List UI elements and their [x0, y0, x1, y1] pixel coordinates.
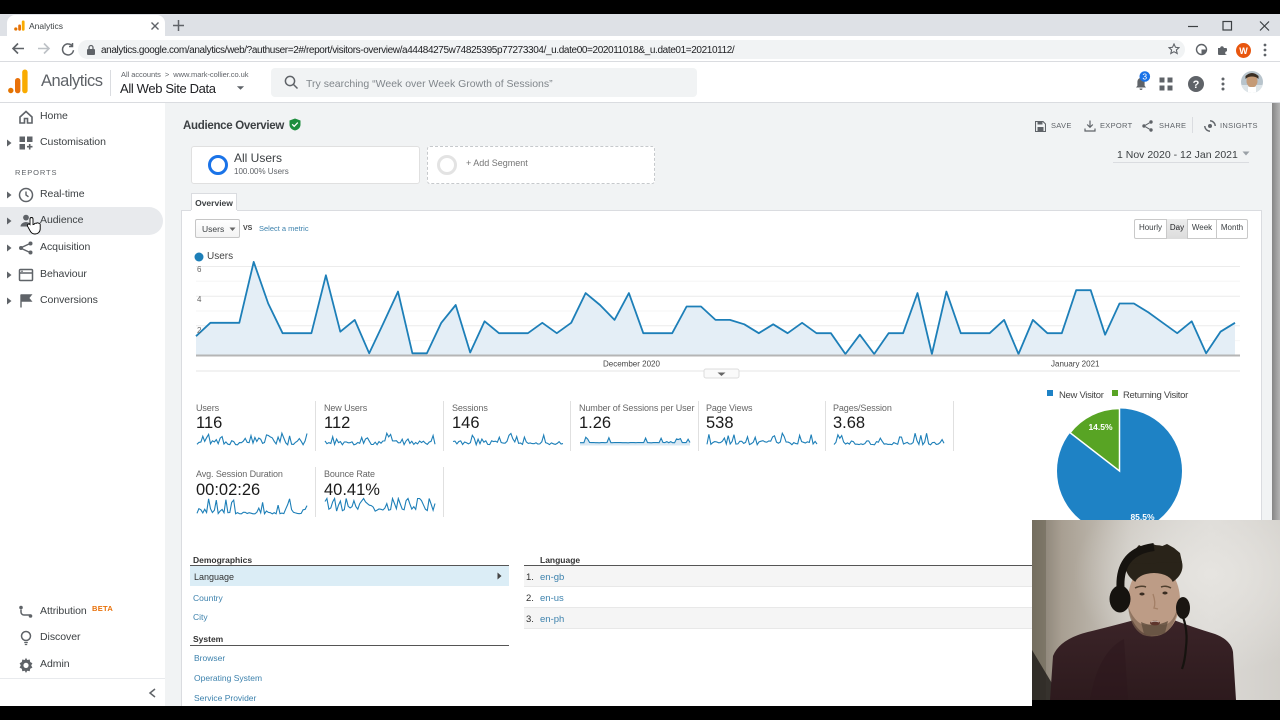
- svg-text:6: 6: [197, 265, 202, 274]
- svg-text:2: 2: [197, 326, 202, 335]
- svg-text:4: 4: [197, 295, 202, 304]
- svg-text:3: 3: [1142, 72, 1147, 82]
- svg-text:14.5%: 14.5%: [1088, 422, 1113, 432]
- svg-text:December 2020: December 2020: [603, 360, 660, 369]
- svg-text:January 2021: January 2021: [1051, 360, 1100, 369]
